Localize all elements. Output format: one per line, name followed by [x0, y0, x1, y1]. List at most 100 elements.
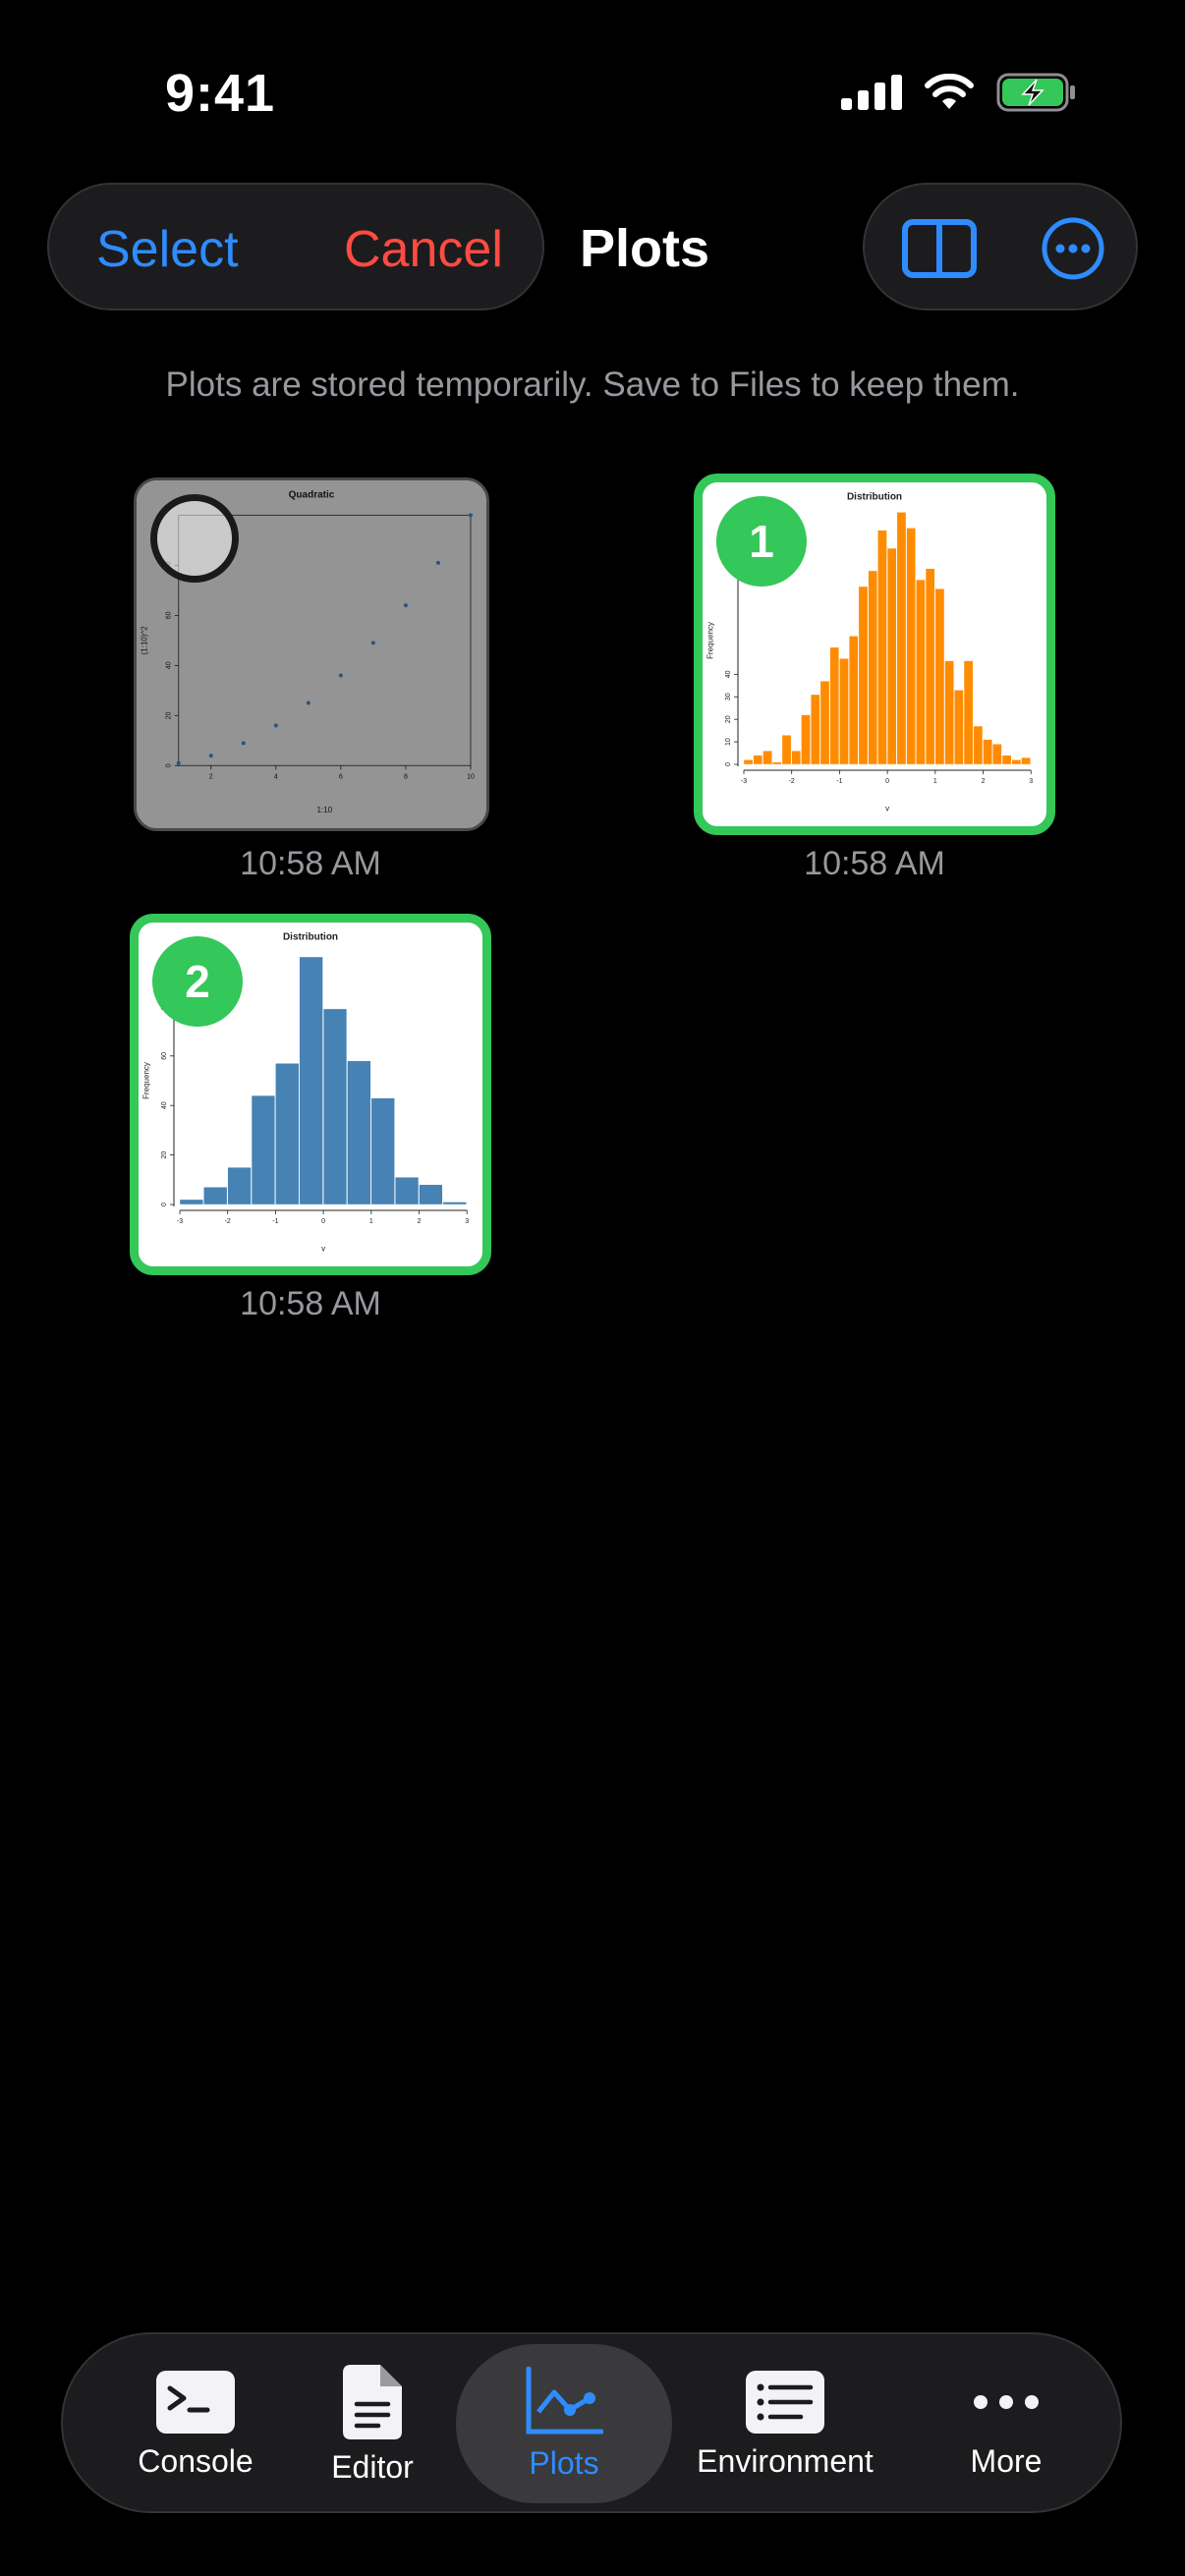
histogram-bar: [791, 751, 802, 765]
y-tick-label: 20: [725, 715, 732, 723]
terminal-icon: [156, 2370, 235, 2434]
x-tick-label: -3: [177, 1218, 183, 1225]
histogram-bar: [906, 528, 916, 765]
selection-toolbar: Select Cancel: [47, 183, 544, 310]
histogram-bar: [299, 956, 323, 1205]
x-tick-label: 0: [321, 1218, 325, 1225]
plot-title: Distribution: [283, 932, 338, 943]
status-bar: 9:41: [0, 0, 1185, 187]
histogram-bar: [934, 588, 945, 765]
histogram-bar: [275, 1063, 300, 1205]
x-tick-label: 1: [369, 1218, 373, 1225]
x-axis-label: v: [885, 804, 889, 812]
histogram-bar: [973, 725, 984, 765]
x-tick-label: 3: [1029, 778, 1033, 785]
y-tick-label: 30: [725, 693, 732, 700]
selection-circle[interactable]: [150, 494, 239, 583]
histogram-bar: [419, 1184, 443, 1205]
x-tick-label: -1: [836, 778, 842, 785]
tab-editor[interactable]: Editor: [309, 2334, 436, 2515]
histogram-bar: [394, 1177, 420, 1205]
page-title: Plots: [580, 219, 710, 278]
histogram-bar: [370, 1097, 395, 1205]
selection-badge[interactable]: 1: [716, 496, 807, 587]
cancel-button[interactable]: Cancel: [344, 220, 503, 279]
tab-plots[interactable]: Plots: [456, 2344, 672, 2503]
list-icon: [746, 2370, 824, 2434]
split-view-icon: [902, 219, 977, 278]
histogram-bar: [781, 735, 792, 765]
tab-bar: Console Editor Plots Environment More: [61, 2332, 1122, 2513]
tab-more[interactable]: More: [937, 2334, 1075, 2515]
x-tick-label: 2: [982, 778, 986, 785]
view-options-toolbar: [863, 183, 1138, 310]
tab-label: Plots: [529, 2444, 599, 2481]
plot-timestamp: 10:58 AM: [240, 1285, 381, 1322]
x-tick-label: -1: [272, 1218, 278, 1225]
y-tick-label: 60: [161, 1052, 168, 1060]
more-options-button[interactable]: [1034, 214, 1112, 283]
plot-thumbnail-quadratic[interactable]: Quadratic2468100204060801:10(1:10)^2: [134, 477, 489, 831]
status-time: 9:41: [165, 64, 276, 123]
plot-thumbnail-distribution-blue[interactable]: Distribution-3-2-10123020406080vFrequenc…: [130, 914, 491, 1275]
tab-label: Console: [138, 2442, 254, 2479]
x-tick-label: 3: [465, 1218, 469, 1225]
x-tick-label: 0: [885, 778, 889, 785]
histogram-bar: [848, 636, 859, 765]
split-view-button[interactable]: [900, 214, 979, 283]
y-tick-label: 40: [725, 670, 732, 678]
tab-label: More: [970, 2442, 1043, 2479]
plot-thumbnail-distribution-orange[interactable]: Distribution -3 -2 -1 0 1 2 3 0 10 20 30 40 v Frequenc…: [694, 474, 1055, 835]
y-tick-label: 0: [725, 762, 732, 766]
tab-label: Environment: [697, 2442, 874, 2479]
storage-notice: Plots are stored temporarily. Save to Fi…: [165, 365, 1020, 404]
histogram-bar: [179, 1199, 203, 1205]
x-tick-label: 2: [418, 1218, 422, 1225]
ellipsis-circle-icon: [1042, 217, 1104, 280]
histogram-bar: [858, 586, 869, 765]
y-axis-label: Frequency: [706, 622, 715, 659]
plot-timestamp: 10:58 AM: [804, 845, 945, 882]
selection-badge[interactable]: 2: [152, 936, 243, 1027]
histogram-bar: [868, 570, 877, 765]
histogram-bar: [886, 547, 897, 765]
select-button[interactable]: Select: [96, 220, 239, 279]
document-icon: [343, 2364, 402, 2439]
y-tick-label: 10: [725, 738, 732, 746]
histogram-bar: [442, 1202, 467, 1205]
histogram-bar: [322, 1008, 348, 1205]
histogram-bar: [829, 646, 840, 765]
histogram-bar: [762, 751, 772, 765]
histogram-bar: [944, 660, 954, 765]
y-tick-label: 40: [161, 1101, 168, 1109]
histogram-bar: [954, 690, 964, 765]
plot-timestamp: 10:58 AM: [240, 845, 381, 882]
histogram-bar: [983, 739, 992, 765]
histogram-bar: [227, 1166, 252, 1205]
ellipsis-icon: [974, 2394, 1039, 2409]
tab-label: Editor: [331, 2448, 414, 2485]
histogram-bar: [810, 694, 820, 765]
histogram-bar: [925, 568, 935, 765]
cellular-signal-icon: [841, 75, 902, 110]
x-tick-label: 1: [933, 778, 937, 785]
tab-environment[interactable]: Environment: [682, 2334, 888, 2515]
status-icons: [841, 73, 1077, 112]
chart-line-icon: [526, 2366, 603, 2434]
tab-console[interactable]: Console: [112, 2334, 279, 2515]
y-tick-label: 20: [161, 1151, 168, 1159]
battery-charging-icon: [996, 73, 1075, 112]
histogram-bar: [1001, 755, 1012, 765]
histogram-bar: [1011, 759, 1022, 765]
x-tick-label: -2: [789, 778, 795, 785]
x-tick-label: -2: [225, 1218, 231, 1225]
plot-title: Distribution: [847, 492, 902, 503]
histogram-bar: [251, 1094, 276, 1205]
histogram-bar: [347, 1060, 371, 1205]
x-axis-label: v: [321, 1244, 325, 1253]
histogram-bar: [772, 761, 782, 765]
histogram-bar: [839, 658, 849, 765]
histogram-bar: [203, 1187, 228, 1205]
histogram-bar: [877, 530, 887, 765]
histogram-bar: [753, 755, 763, 765]
